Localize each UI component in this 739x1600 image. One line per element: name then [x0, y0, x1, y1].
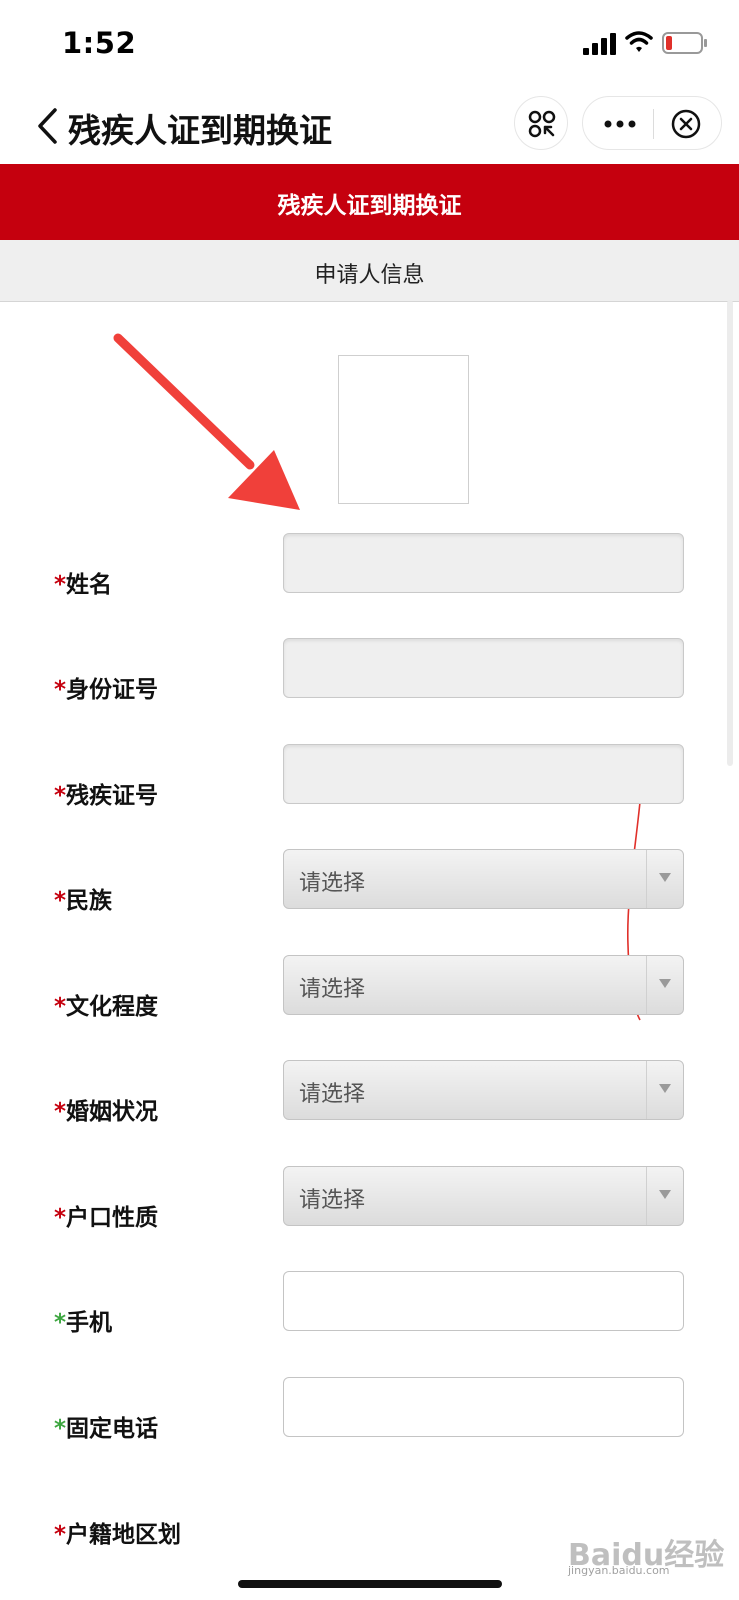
optional-marker: *: [54, 1310, 67, 1336]
page-title: 残疾人证到期换证: [68, 111, 332, 150]
field-label-id-number: *身份证号: [54, 670, 158, 704]
field-label-ethnicity: *民族: [54, 881, 112, 915]
dropdown-arrow-icon: [659, 979, 671, 988]
status-bar: 1:52: [0, 0, 739, 88]
field-label-name: *姓名: [54, 565, 112, 599]
select-separator: [646, 1061, 647, 1119]
name-input[interactable]: [283, 533, 684, 593]
scan-button[interactable]: [514, 96, 568, 150]
field-label-education: *文化程度: [54, 987, 158, 1021]
required-marker: *: [54, 783, 67, 809]
label-text: 文化程度: [66, 994, 159, 1020]
disability-card-input[interactable]: [283, 744, 684, 804]
select-value: 请选择: [299, 871, 366, 896]
more-button[interactable]: [583, 97, 653, 151]
battery-icon: [662, 32, 707, 54]
field-label-marital-status: *婚姻状况: [54, 1092, 158, 1126]
select-value: 请选择: [299, 977, 366, 1002]
required-marker: *: [54, 888, 67, 914]
label-text: 手机: [66, 1310, 113, 1336]
required-marker: *: [54, 677, 67, 703]
select-separator: [646, 850, 647, 908]
back-chevron-icon[interactable]: [34, 106, 60, 146]
dropdown-arrow-icon: [659, 873, 671, 882]
label-text: 固定电话: [66, 1416, 159, 1442]
dropdown-arrow-icon: [659, 1084, 671, 1093]
label-text: 婚姻状况: [66, 1099, 159, 1125]
close-button[interactable]: [654, 97, 722, 151]
wifi-icon: [625, 31, 653, 52]
baidu-watermark: Baidu经验 jingyan.baidu.com: [568, 1530, 728, 1578]
marital-status-select[interactable]: 请选择: [283, 1060, 684, 1120]
form-banner-title: 残疾人证到期换证: [277, 193, 462, 219]
section-title: 申请人信息: [314, 263, 425, 288]
landline-input[interactable]: [283, 1377, 684, 1437]
ethnicity-select[interactable]: 请选择: [283, 849, 684, 909]
field-label-household-region: *户籍地区划: [54, 1515, 181, 1549]
required-marker: *: [54, 994, 67, 1020]
label-text: 民族: [66, 888, 113, 914]
scan-icon: [528, 110, 556, 138]
id-number-input[interactable]: [283, 638, 684, 698]
status-time: 1:52: [62, 26, 137, 60]
label-text: 残疾证号: [66, 783, 159, 809]
field-label-household-type: *户口性质: [54, 1198, 158, 1232]
scroll-indicator[interactable]: [727, 300, 733, 766]
required-marker: *: [54, 1522, 67, 1548]
field-label-landline: *固定电话: [54, 1409, 158, 1443]
education-select[interactable]: 请选择: [283, 955, 684, 1015]
label-text: 户口性质: [66, 1205, 159, 1231]
optional-marker: *: [54, 1416, 67, 1442]
label-text: 户籍地区划: [66, 1522, 182, 1548]
required-marker: *: [54, 572, 67, 598]
nav-header: 残疾人证到期换证: [0, 88, 739, 164]
signal-icon: [583, 33, 616, 55]
required-marker: *: [54, 1099, 67, 1125]
mini-program-capsule: [582, 96, 722, 150]
field-label-mobile: *手机: [54, 1303, 112, 1337]
household-type-select[interactable]: 请选择: [283, 1166, 684, 1226]
dropdown-arrow-icon: [659, 1190, 671, 1199]
label-text: 身份证号: [66, 677, 159, 703]
section-header: 申请人信息: [0, 240, 739, 302]
photo-placeholder[interactable]: [338, 355, 469, 504]
required-marker: *: [54, 1205, 67, 1231]
mobile-input[interactable]: [283, 1271, 684, 1331]
select-value: 请选择: [299, 1188, 366, 1213]
close-circle-icon: [671, 109, 701, 139]
annotation-arrow-icon: [113, 333, 300, 510]
select-value: 请选择: [299, 1082, 366, 1107]
watermark-sub: jingyan.baidu.com: [568, 1564, 670, 1577]
select-separator: [646, 956, 647, 1014]
form-banner: 残疾人证到期换证: [0, 164, 739, 240]
home-indicator: [238, 1580, 502, 1588]
field-label-disability-card: *残疾证号: [54, 776, 158, 810]
label-text: 姓名: [66, 572, 113, 598]
select-separator: [646, 1167, 647, 1225]
more-dots-icon: [604, 120, 636, 128]
